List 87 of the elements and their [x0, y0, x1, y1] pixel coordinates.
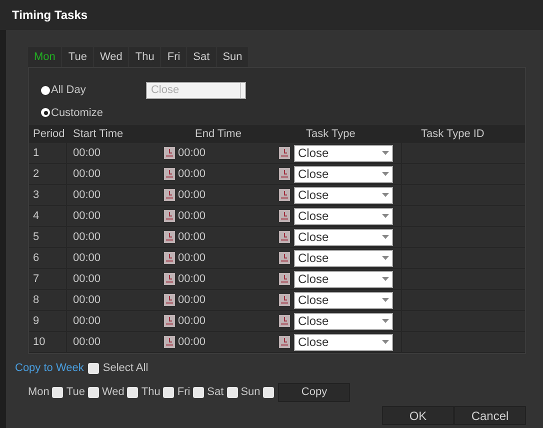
table-cell: 9	[29, 311, 67, 331]
time-field[interactable]: 00:00	[67, 250, 164, 266]
time-field[interactable]: 00:00	[175, 144, 279, 162]
time-field[interactable]: 00:00	[67, 270, 164, 288]
time-field[interactable]: 00:00	[175, 250, 279, 266]
column-header: Period	[32, 126, 66, 142]
time-field[interactable]: 00:00	[67, 208, 164, 224]
dropdown[interactable]: Close	[294, 144, 393, 162]
checkbox[interactable]	[163, 386, 174, 398]
column-header: End Time	[194, 126, 242, 142]
day-tab[interactable]: Tue	[62, 47, 93, 67]
caret-icon	[382, 277, 389, 281]
checkbox-label: Fri	[177, 384, 190, 400]
time-field[interactable]: 00:00	[67, 186, 164, 204]
table-cell: 10	[29, 332, 67, 352]
day-tab[interactable]: Mon	[28, 47, 62, 67]
dialog-button[interactable]: Cancel	[454, 406, 526, 424]
caret-icon	[382, 340, 389, 344]
time-field[interactable]: 00:00	[67, 334, 164, 350]
copy-button[interactable]: Copy	[278, 382, 350, 402]
caret-icon	[382, 172, 389, 176]
checkbox[interactable]	[226, 386, 238, 398]
caret-icon	[382, 298, 389, 302]
checkbox[interactable]	[193, 386, 204, 398]
checkbox-label: Select All	[102, 361, 148, 376]
column-header: Task Type	[305, 126, 356, 142]
day-tab[interactable]: Thu	[129, 47, 160, 67]
table-cell: 6	[29, 248, 67, 268]
table-cell: 7	[29, 269, 67, 289]
time-field[interactable]: 00:00	[175, 166, 279, 182]
dialog-button[interactable]: OK	[382, 406, 454, 424]
day-tab[interactable]: Wed	[94, 47, 128, 67]
time-field[interactable]: 00:00	[67, 312, 164, 330]
radio-label: All Day	[51, 83, 86, 98]
checkbox[interactable]	[88, 386, 99, 398]
copy-to-week-link[interactable]: Copy to Week	[15, 360, 84, 376]
time-field[interactable]: 00:00	[67, 228, 164, 246]
checkbox-label: Tue	[66, 384, 85, 400]
table-cell: 2	[29, 164, 67, 184]
time-field[interactable]: 00:00	[175, 228, 279, 246]
checkbox-label: Thu	[141, 384, 160, 400]
checkbox-label: Sat	[207, 384, 224, 400]
dropdown[interactable]: Close	[294, 186, 393, 204]
radio-label: Customize	[51, 106, 103, 120]
table-cell: 1	[29, 143, 67, 163]
table-cell: 8	[29, 290, 67, 310]
time-field[interactable]: 00:00	[175, 208, 279, 224]
caret-icon	[382, 235, 389, 239]
checkbox-label: Mon	[28, 384, 50, 400]
radio-button[interactable]	[41, 108, 50, 118]
time-field[interactable]: 00:00	[67, 166, 164, 182]
caret-icon	[382, 193, 389, 197]
dropdown[interactable]: Close	[294, 292, 393, 308]
time-field[interactable]: 00:00	[175, 270, 279, 288]
dropdown[interactable]: Close	[294, 312, 393, 330]
column-header: Task Type ID	[420, 126, 486, 142]
dropdown[interactable]: Close	[294, 208, 393, 224]
time-field[interactable]: 00:00	[175, 186, 279, 204]
table-cell: 4	[29, 206, 67, 226]
dropdown[interactable]: Close	[294, 270, 393, 288]
checkbox[interactable]	[88, 362, 99, 374]
time-field[interactable]: 00:00	[175, 292, 279, 308]
table-cell: 3	[29, 185, 67, 205]
time-field[interactable]: 00:00	[67, 144, 164, 162]
column-header: Start Time	[72, 126, 124, 142]
window-title: Timing Tasks	[12, 7, 88, 24]
caret-icon	[382, 214, 389, 218]
time-field[interactable]: 00:00	[67, 292, 164, 308]
day-tab[interactable]: Fri	[161, 47, 186, 67]
dropdown[interactable]: Close	[294, 334, 393, 350]
dropdown[interactable]: Close	[294, 250, 393, 266]
checkbox[interactable]	[52, 386, 64, 398]
checkbox[interactable]	[127, 386, 138, 398]
caret-icon	[382, 319, 389, 323]
caret-icon	[382, 151, 389, 155]
day-tab[interactable]: Sun	[216, 47, 248, 67]
checkbox[interactable]	[263, 386, 274, 398]
dropdown[interactable]: Close	[294, 228, 393, 246]
caret-icon	[382, 256, 389, 260]
time-field[interactable]: 00:00	[175, 312, 279, 330]
table-cell: 5	[29, 227, 67, 247]
radio-button[interactable]	[41, 86, 50, 95]
checkbox-label: Sun	[240, 384, 260, 400]
dropdown[interactable]: Close	[294, 166, 393, 182]
checkbox-label: Wed	[102, 384, 124, 400]
day-tab[interactable]: Sat	[187, 47, 216, 67]
time-field[interactable]: 00:00	[175, 334, 279, 350]
